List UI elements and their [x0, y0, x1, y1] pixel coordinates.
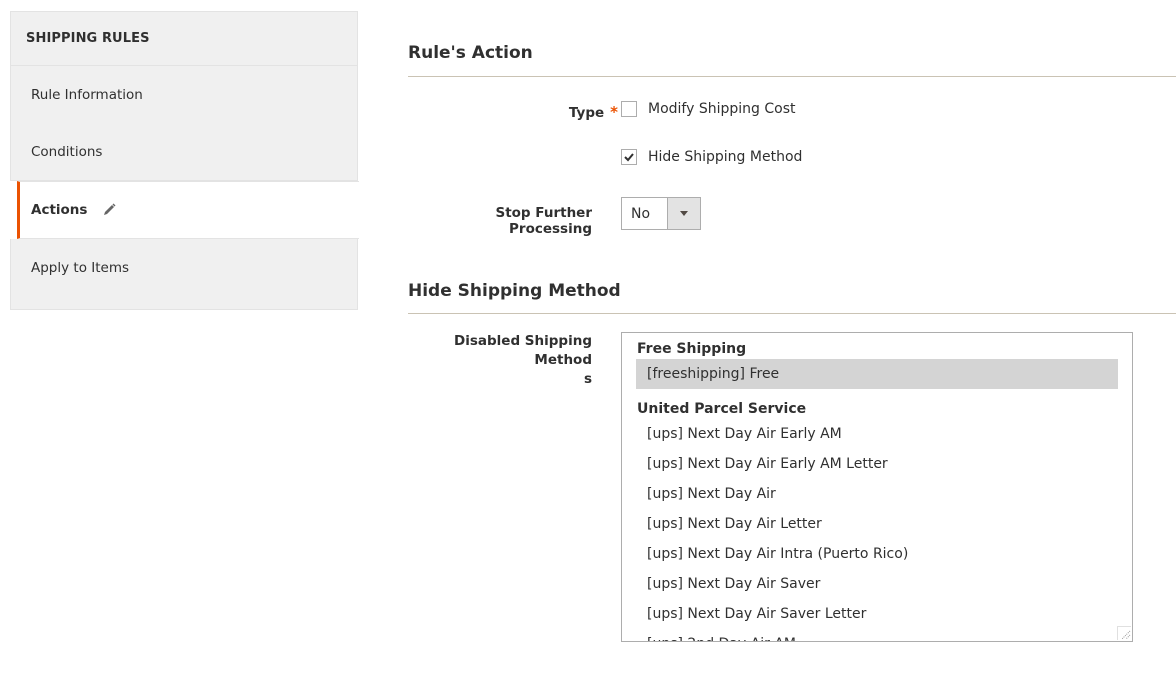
stop-processing-select[interactable]: No [621, 197, 701, 230]
list-item[interactable]: [ups] Next Day Air Letter [636, 509, 1118, 539]
required-marker: * [610, 103, 618, 121]
checkbox-label: Hide Shipping Method [648, 149, 803, 165]
section-divider [408, 313, 1176, 314]
sidebar-item-label: Conditions [31, 143, 103, 160]
sidebar-nav: SHIPPING RULES Rule Information Conditio… [10, 11, 359, 310]
sidebar-header: SHIPPING RULES [10, 11, 358, 66]
nav-group-top: Rule Information Conditions [10, 66, 358, 181]
checkbox-modify-shipping-cost[interactable]: Modify Shipping Cost [621, 101, 796, 117]
pencil-icon [101, 202, 117, 218]
checkbox-hide-shipping-method[interactable]: Hide Shipping Method [621, 149, 802, 165]
sidebar-item-apply-to-items[interactable]: Apply to Items [11, 239, 357, 296]
nav-group-bottom: Apply to Items [10, 239, 358, 310]
resize-handle-icon[interactable] [1117, 626, 1131, 640]
list-item[interactable]: [ups] Next Day Air Saver Letter [636, 599, 1118, 629]
list-item[interactable]: [ups] Next Day Air Intra (Puerto Rico) [636, 539, 1118, 569]
sidebar-item-rule-information[interactable]: Rule Information [11, 66, 357, 123]
optgroup-label: Free Shipping [637, 341, 747, 357]
sidebar-title: SHIPPING RULES [26, 31, 150, 46]
checkbox-checked-icon[interactable] [621, 149, 637, 165]
type-label-text: Type [568, 105, 605, 121]
sidebar-item-label: Apply to Items [31, 259, 130, 276]
section-title-rules-action: Rule's Action [408, 43, 533, 63]
list-item[interactable]: [ups] Next Day Air Early AM [636, 419, 1118, 449]
list-item[interactable]: [ups] Next Day Air [636, 479, 1118, 509]
select-value: No [631, 205, 651, 222]
section-title-hide-shipping: Hide Shipping Method [408, 281, 621, 301]
optgroup-label: United Parcel Service [637, 401, 807, 417]
list-item[interactable]: [ups] Next Day Air Early AM Letter [636, 449, 1118, 479]
option-freeshipping-free[interactable]: [freeshipping] Free [636, 359, 1118, 389]
sidebar-item-conditions[interactable]: Conditions [11, 123, 357, 180]
stop-processing-label: Stop Further Processing [495, 205, 592, 237]
disabled-methods-label: Disabled Shipping Method s [454, 333, 592, 387]
checkbox-unchecked-icon[interactable] [621, 101, 637, 117]
list-item[interactable]: [ups] Next Day Air Saver [636, 569, 1118, 599]
type-label: Type * [508, 103, 618, 121]
section-divider [408, 76, 1176, 77]
sidebar-item-actions[interactable]: Actions [17, 181, 359, 239]
list-item[interactable]: [ups] 2nd Day Air AM [636, 629, 1118, 641]
disabled-methods-multiselect[interactable]: Free Shipping [freeshipping] Free United… [621, 332, 1133, 642]
sidebar-item-label: Actions [31, 202, 88, 218]
sidebar-item-label: Rule Information [31, 86, 143, 103]
checkbox-label: Modify Shipping Cost [648, 101, 796, 117]
chevron-down-icon[interactable] [667, 198, 700, 229]
